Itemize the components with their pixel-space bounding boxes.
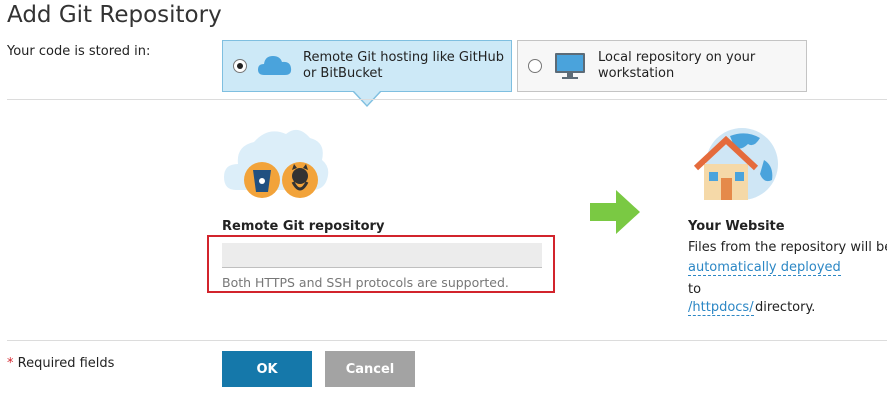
arrow-right-icon: [590, 190, 640, 234]
required-fields-text: Required fields: [13, 356, 115, 371]
website-directory-text: directory.: [755, 300, 816, 315]
option-remote-hosting[interactable]: Remote Git hosting like GitHub or BitBuc…: [222, 40, 512, 92]
ok-button[interactable]: OK: [222, 351, 312, 387]
option-remote-label: Remote Git hosting like GitHub or BitBuc…: [303, 50, 504, 81]
radio-local[interactable]: [528, 59, 542, 73]
remote-hosting-illustration: [224, 129, 329, 198]
page-title: Add Git Repository: [7, 2, 222, 28]
required-fields-note: * Required fields: [7, 356, 114, 371]
website-description: Files from the repository will be: [688, 240, 887, 255]
auto-deploy-link[interactable]: automatically deployed: [688, 260, 841, 276]
radio-remote[interactable]: [233, 59, 247, 73]
httpdocs-link[interactable]: /httpdocs/: [688, 300, 754, 316]
remote-repo-hint: Both HTTPS and SSH protocols are support…: [222, 275, 509, 290]
option-local-label: Local repository on your workstation: [598, 50, 756, 81]
selection-pointer-fill: [354, 91, 380, 105]
monitor-icon: [555, 53, 585, 79]
divider: [7, 340, 887, 341]
divider: [7, 99, 887, 100]
website-title: Your Website: [688, 219, 785, 234]
option-local-repository[interactable]: Local repository on your workstation: [517, 40, 807, 92]
remote-repo-label: Remote Git repository: [222, 219, 385, 234]
website-to-text: to: [688, 282, 702, 297]
website-house-icon: [693, 128, 778, 200]
cancel-button[interactable]: Cancel: [325, 351, 415, 387]
remote-repo-input[interactable]: [222, 243, 542, 268]
cloud-icon: [258, 56, 292, 75]
storage-label: Your code is stored in:: [7, 44, 151, 59]
